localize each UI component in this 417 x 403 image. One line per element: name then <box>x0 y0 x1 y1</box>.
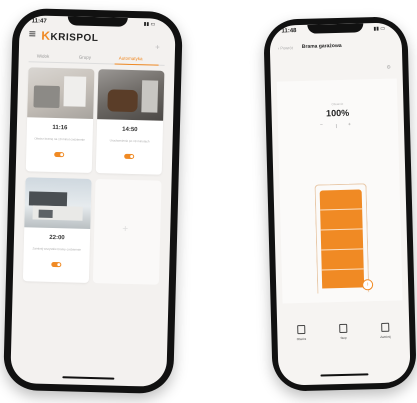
decrease-button[interactable]: − <box>320 122 323 128</box>
right-screen: 11:48 ▮▮ ▭ ‹ Powrót Brama garażowa ⚙ Otw… <box>269 22 411 386</box>
automation-card[interactable]: 11:16 Otwórz bramę na 10 minut codzienni… <box>25 67 95 173</box>
status-time: 11:48 <box>281 28 297 35</box>
door-drag-handle[interactable]: ↕ <box>361 279 374 291</box>
door-slat <box>321 268 364 271</box>
close-button[interactable]: Zamknij <box>373 322 397 340</box>
tab-view[interactable]: Widok <box>37 53 50 58</box>
add-button[interactable]: + <box>155 43 160 52</box>
card-toggle[interactable] <box>51 261 62 268</box>
close-gate-icon <box>381 322 390 332</box>
stepper-divider <box>335 124 338 129</box>
settings-icon[interactable]: ⚙ <box>386 65 391 71</box>
menu-icon[interactable] <box>29 31 36 37</box>
scene-image <box>24 177 92 229</box>
signal-battery-icon: ▮▮ ▭ <box>143 21 156 28</box>
right-phone: 11:48 ▮▮ ▭ ‹ Powrót Brama garażowa ⚙ Otw… <box>263 16 417 392</box>
scene-image <box>27 67 95 119</box>
open-gate-icon <box>297 324 306 335</box>
active-tab-indicator <box>114 63 159 66</box>
back-button[interactable]: ‹ Powrót <box>278 45 293 50</box>
open-button[interactable]: Otwórz <box>289 324 313 342</box>
card-time: 14:50 <box>122 126 138 134</box>
card-description: Zamknij wszystkie bramy codziennie <box>32 246 82 252</box>
stop-button[interactable]: Stop <box>331 323 355 341</box>
garage-door <box>319 189 365 289</box>
door-slat <box>321 248 364 251</box>
increase-button[interactable]: + <box>348 122 351 128</box>
home-indicator <box>62 376 115 380</box>
home-indicator <box>320 373 369 377</box>
card-description: Otwórz bramę na 10 minut codziennie <box>34 136 85 142</box>
card-time: 11:16 <box>52 124 68 132</box>
scene-image <box>97 69 165 121</box>
card-time: 22:00 <box>49 234 65 242</box>
plus-icon: + <box>122 223 129 235</box>
automation-card[interactable]: 22:00 Zamknij wszystkie bramy codziennie <box>22 177 92 283</box>
gate-control-panel: Otwarcie 100% − + ↕ <box>276 78 403 304</box>
card-toggle[interactable] <box>124 153 135 160</box>
tab-automation[interactable]: Automatyka <box>119 56 143 62</box>
automation-card[interactable]: 14:50 Uruchomienie po 19 minutach <box>95 69 165 175</box>
tab-groups[interactable]: Grupy <box>79 55 91 60</box>
door-slat <box>320 208 363 211</box>
open-percent: 100% <box>325 107 350 119</box>
stop-icon <box>339 323 348 334</box>
card-description: Uruchomienie po 19 minutach <box>109 138 150 144</box>
signal-battery-icon: ▮▮ ▭ <box>373 25 386 33</box>
add-automation-card[interactable]: + <box>92 179 162 285</box>
brand-logo: KKRISPOL <box>41 28 99 45</box>
status-time: 11:47 <box>31 18 47 25</box>
page-title: Brama garażowa <box>301 42 342 50</box>
left-phone: 11:47 ▮▮ ▭ KKRISPOL Widok Grupy Automaty… <box>3 7 183 395</box>
notch <box>307 23 364 34</box>
door-slat <box>320 228 363 231</box>
notch <box>67 16 128 27</box>
left-screen: 11:47 ▮▮ ▭ KKRISPOL Widok Grupy Automaty… <box>10 15 176 387</box>
card-toggle[interactable] <box>54 151 65 158</box>
